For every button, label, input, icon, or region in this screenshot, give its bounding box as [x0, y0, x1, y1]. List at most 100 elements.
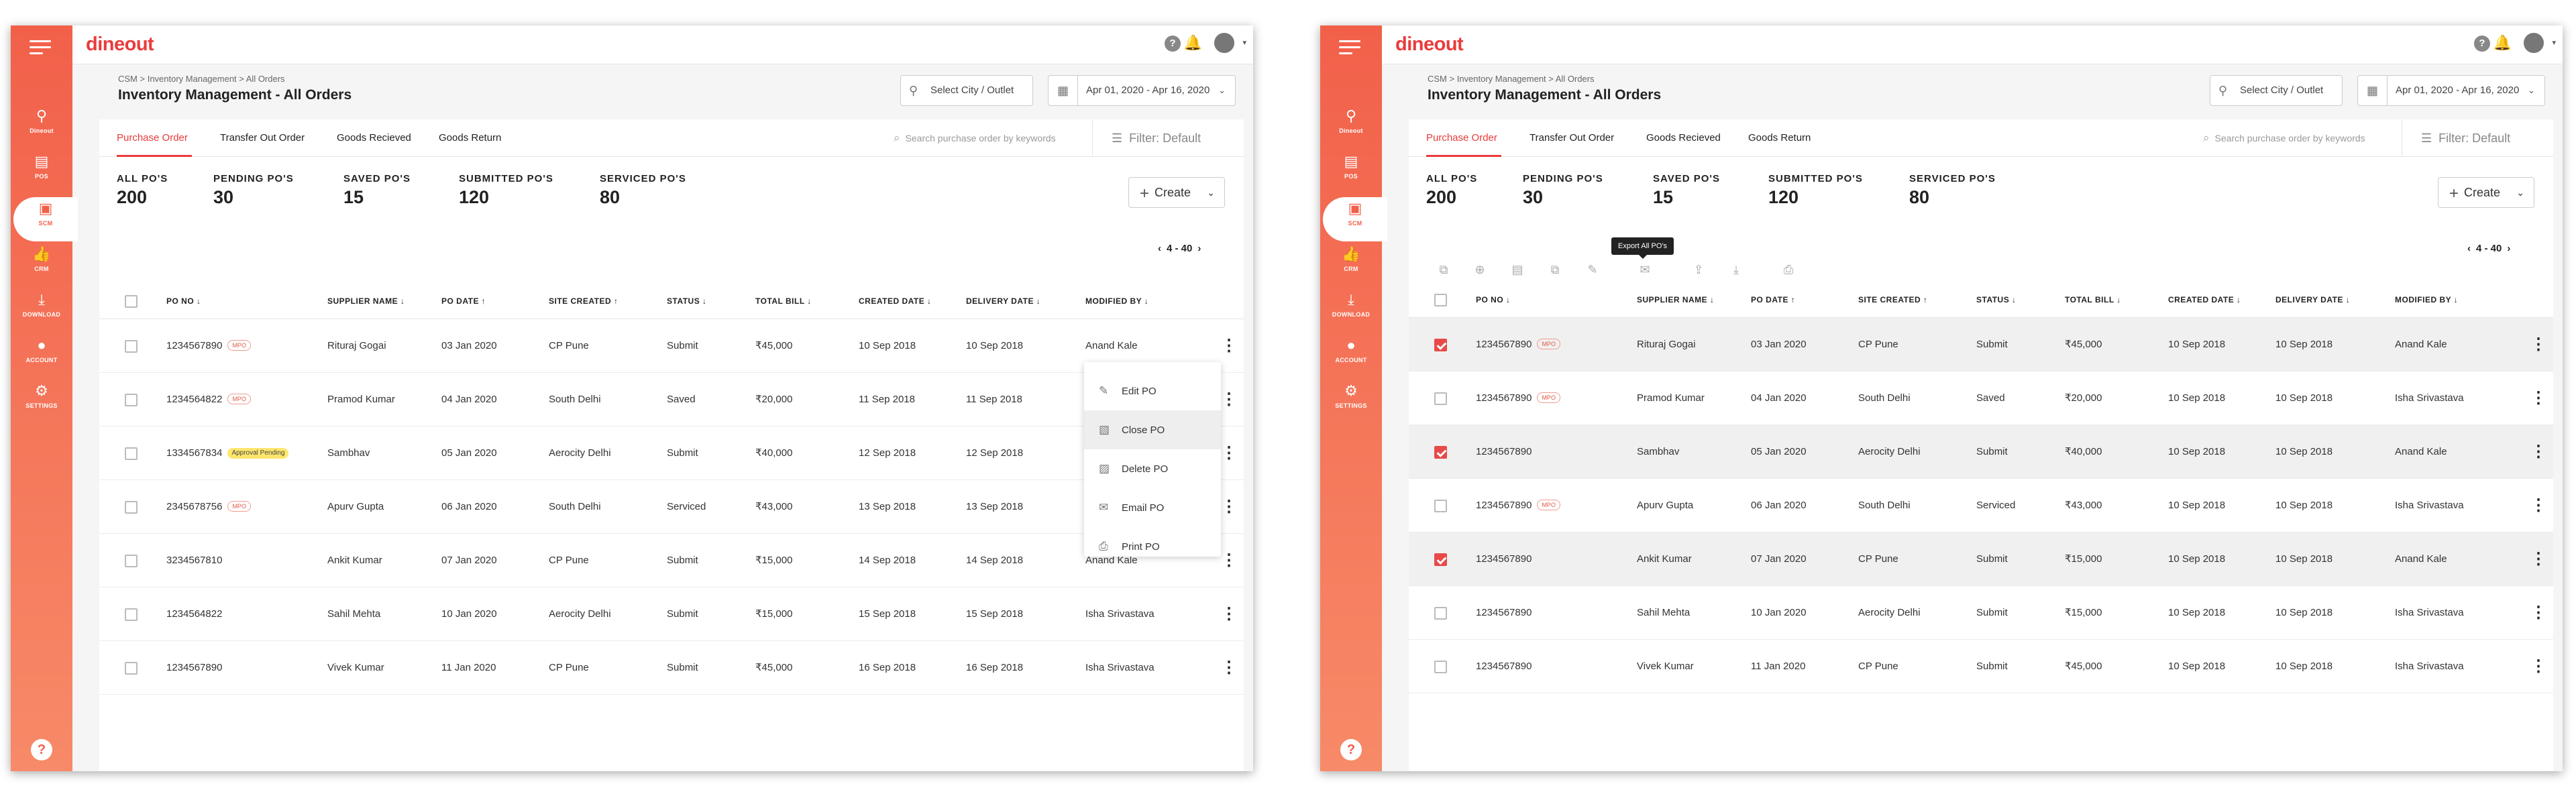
sidebar-item-pos[interactable]: ▤ POS [11, 150, 72, 194]
row-checkbox[interactable] [1434, 661, 1447, 673]
search-input[interactable]: ⌕ Search purchase order by keywords [894, 119, 1056, 157]
menu-item-print-po[interactable]: ⎙ Print PO [1084, 527, 1221, 566]
table-row[interactable]: 1234567890 Ankit Kumar 07 Jan 2020 CP Pune S… [1409, 532, 2553, 586]
menu-item-delete-po[interactable]: ▨ Delete PO [1084, 449, 1221, 488]
column-header[interactable]: PO DATE ↑ [1751, 282, 1795, 318]
help-icon[interactable]: ? [2474, 36, 2490, 52]
more-vertical-icon[interactable]: ⋮ [1221, 319, 1237, 373]
column-header[interactable]: SUPPLIER NAME ↓ [1637, 282, 1715, 318]
sidebar-item-download[interactable]: ⤓ DOWNLOAD [11, 288, 72, 333]
tab-purchase-order[interactable]: Purchase Order [117, 119, 192, 157]
prev-page-icon[interactable]: ‹ [1158, 243, 1161, 254]
more-vertical-icon[interactable]: ⋮ [2530, 425, 2546, 479]
column-header[interactable]: MODIFIED BY ↓ [1085, 283, 1148, 319]
table-row[interactable]: 1234567890 Sahil Mehta 10 Jan 2020 Aerocity… [1409, 586, 2553, 640]
copy-icon[interactable]: ⧉ [1434, 260, 1453, 279]
city-outlet-selector[interactable]: ⚲ Select City / Outlet [900, 75, 1033, 106]
stat-saved-po-s[interactable]: SAVED PO'S 15 [1653, 173, 1720, 208]
more-vertical-icon[interactable]: ⋮ [2530, 479, 2546, 532]
stat-submitted-po-s[interactable]: SUBMITTED PO'S 120 [459, 173, 553, 208]
table-row[interactable]: 1234567890 Vivek Kumar 11 Jan 2020 CP Pune S… [99, 641, 1244, 695]
tab-transfer-out-order[interactable]: Transfer Out Order [220, 119, 314, 157]
more-vertical-icon[interactable]: ⋮ [1221, 427, 1237, 480]
help-icon[interactable]: ? [1165, 36, 1181, 52]
table-row[interactable]: 1234567890 MPO Apurv Gupta 06 Jan 2020 South… [1409, 479, 2553, 532]
more-vertical-icon[interactable]: ⋮ [1221, 480, 1237, 534]
export-icon[interactable]: ⇪ [1689, 260, 1708, 279]
column-header[interactable]: CREATED DATE ↓ [859, 283, 932, 319]
city-outlet-selector[interactable]: ⚲ Select City / Outlet [2210, 75, 2343, 106]
table-row[interactable]: 1234564822 MPO Pramod Kumar 04 Jan 2020 Sout… [99, 373, 1244, 427]
menu-item-close-po[interactable]: ▧ Close PO [1084, 410, 1221, 449]
more-vertical-icon[interactable]: ⋮ [2530, 586, 2546, 640]
stat-pending-po-s[interactable]: PENDING PO'S 30 [1523, 173, 1603, 208]
stat-pending-po-s[interactable]: PENDING PO'S 30 [213, 173, 294, 208]
column-header[interactable]: TOTAL BILL ↓ [755, 283, 812, 319]
table-row[interactable]: 1234567890 Vivek Kumar 11 Jan 2020 CP Pune S… [1409, 640, 2553, 693]
sidebar-item-download[interactable]: ⤓ DOWNLOAD [1320, 288, 1382, 333]
table-row[interactable]: 1234567890 Sambhav 05 Jan 2020 Aerocity Del… [1409, 425, 2553, 479]
more-vertical-icon[interactable]: ⋮ [2530, 532, 2546, 586]
more-vertical-icon[interactable]: ⋮ [1221, 641, 1237, 695]
bell-icon[interactable]: 🔔 [2493, 34, 2512, 52]
print-icon[interactable]: ⎙ [1779, 260, 1798, 279]
column-header[interactable]: TOTAL BILL ↓ [2065, 282, 2121, 318]
sidebar-item-account[interactable]: ● ACCOUNT [11, 334, 72, 378]
chevron-down-icon[interactable]: ▾ [1242, 38, 1246, 47]
table-row[interactable]: 2345678756 MPO Apurv Gupta 06 Jan 2020 South… [99, 480, 1244, 534]
sidebar-item-scm[interactable]: ▣ SCM [13, 197, 78, 241]
menu-hamburger-icon[interactable] [1339, 40, 1360, 55]
doc-download-icon[interactable]: ⤓ [1727, 260, 1746, 279]
row-checkbox[interactable] [125, 394, 138, 406]
stat-all-po-s[interactable]: ALL PO'S 200 [1426, 173, 1477, 208]
chevron-down-icon[interactable]: ▾ [2552, 38, 2556, 47]
tab-goods-recieved[interactable]: Goods Recieved [1646, 119, 1725, 157]
sidebar-item-settings[interactable]: ⚙ SETTINGS [11, 380, 72, 424]
date-range-picker[interactable]: ▦ Apr 01, 2020 - Apr 16, 2020 ⌄ [1048, 75, 1236, 106]
add-doc-icon[interactable]: ⊕ [1470, 260, 1489, 279]
table-row[interactable]: 1234564822 Sahil Mehta 10 Jan 2020 Aerocity… [99, 587, 1244, 641]
column-header[interactable]: CREATED DATE ↓ [2168, 282, 2241, 318]
menu-item-email-po[interactable]: ✉ Email PO [1084, 488, 1221, 527]
stat-saved-po-s[interactable]: SAVED PO'S 15 [343, 173, 411, 208]
table-row[interactable]: 1234567890 MPO Pramod Kumar 04 Jan 2020 Sout… [1409, 372, 2553, 425]
more-vertical-icon[interactable]: ⋮ [1221, 534, 1237, 587]
table-row[interactable]: 1334567834 Approval Pending Sambhav 05 Jan … [99, 427, 1244, 480]
tab-goods-return[interactable]: Goods Return [439, 119, 503, 157]
avatar[interactable] [2524, 33, 2544, 53]
row-checkbox[interactable] [125, 608, 138, 621]
row-checkbox[interactable] [125, 340, 138, 353]
bell-icon[interactable]: 🔔 [1184, 34, 1202, 52]
sidebar-item-crm[interactable]: 👍 CRM [1320, 243, 1382, 287]
duplicate-icon[interactable]: ⧉ [1546, 260, 1564, 279]
tab-purchase-order[interactable]: Purchase Order [1426, 119, 1501, 157]
help-icon[interactable]: ? [31, 739, 52, 760]
create-button[interactable]: + Create ⌄ [2438, 177, 2534, 208]
create-button[interactable]: + Create ⌄ [1128, 177, 1225, 208]
row-checkbox[interactable] [1434, 446, 1447, 459]
more-vertical-icon[interactable]: ⋮ [1221, 587, 1237, 641]
row-checkbox[interactable] [125, 555, 138, 567]
row-checkbox[interactable] [125, 501, 138, 514]
menu-hamburger-icon[interactable] [30, 40, 51, 55]
column-header[interactable]: SITE CREATED ↑ [549, 283, 618, 319]
column-header[interactable]: PO DATE ↑ [441, 283, 486, 319]
next-page-icon[interactable]: › [2507, 243, 2510, 254]
prev-page-icon[interactable]: ‹ [2467, 243, 2471, 254]
more-vertical-icon[interactable]: ⋮ [2530, 640, 2546, 693]
next-page-icon[interactable]: › [1197, 243, 1201, 254]
column-header[interactable]: STATUS ↓ [1976, 282, 2017, 318]
column-header[interactable]: DELIVERY DATE ↓ [2275, 282, 2350, 318]
sidebar-item-dineout[interactable]: ⚲ Dineout [1320, 105, 1382, 149]
select-all-checkbox[interactable] [1434, 294, 1447, 306]
tab-transfer-out-order[interactable]: Transfer Out Order [1529, 119, 1623, 157]
edit-doc-icon[interactable]: ✎ [1583, 260, 1602, 279]
brand-logo[interactable]: dineout [86, 34, 154, 56]
select-all-checkbox[interactable] [125, 295, 138, 308]
row-checkbox[interactable] [1434, 339, 1447, 351]
stat-submitted-po-s[interactable]: SUBMITTED PO'S 120 [1768, 173, 1863, 208]
search-input[interactable]: ⌕ Search purchase order by keywords [2203, 119, 2365, 157]
row-checkbox[interactable] [125, 662, 138, 675]
more-vertical-icon[interactable]: ⋮ [1221, 373, 1237, 427]
table-row[interactable]: 3234567810 Ankit Kumar 07 Jan 2020 CP Pune S… [99, 534, 1244, 587]
